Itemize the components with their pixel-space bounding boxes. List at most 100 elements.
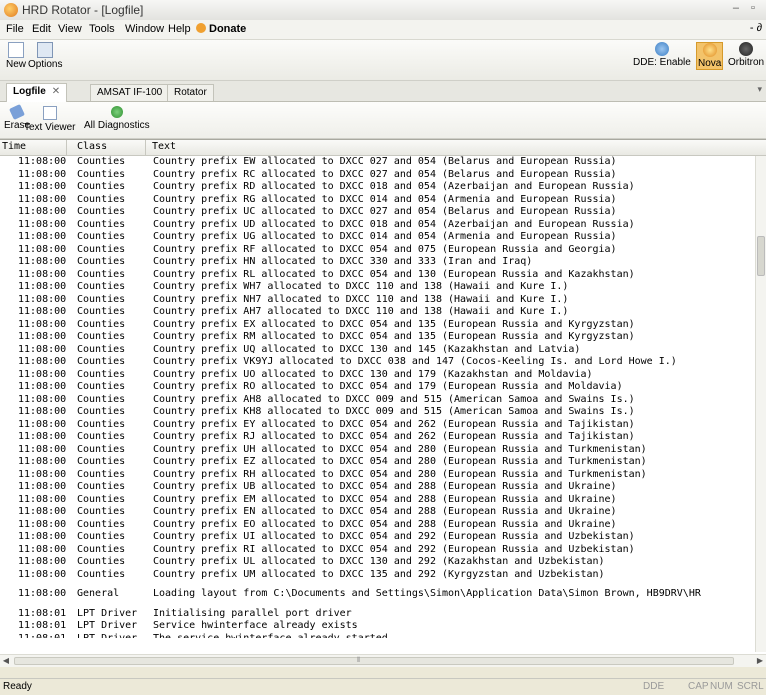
menu-view[interactable]: View bbox=[58, 23, 82, 35]
log-text: Country prefix RC allocated to DXCC 027 … bbox=[153, 168, 617, 180]
column-header-class[interactable]: Class bbox=[77, 141, 107, 152]
log-row[interactable]: 11:08:00 Counties Country prefix UI alloca… bbox=[0, 531, 756, 544]
menu-help[interactable]: Help bbox=[168, 23, 191, 35]
log-row[interactable]: 11:08:00 Counties Country prefix UH alloca… bbox=[0, 444, 756, 457]
log-text: Country prefix RM allocated to DXCC 054 … bbox=[153, 331, 635, 342]
orbitron-button[interactable]: Orbitron bbox=[728, 42, 764, 68]
log-text: Country prefix UG allocated to DXCC 014 … bbox=[153, 231, 617, 242]
options-button[interactable]: Options bbox=[28, 42, 62, 70]
log-row[interactable]: 11:08:00 Counties Country prefix UM alloca… bbox=[0, 569, 756, 582]
minimize-button[interactable]: – bbox=[729, 2, 743, 14]
log-row[interactable]: 11:08:01 LPT Driver The service hwinterfac… bbox=[0, 633, 756, 639]
log-row[interactable]: 11:08:00 Counties Country prefix RO alloca… bbox=[0, 381, 756, 394]
log-row[interactable]: 11:08:00 Counties Country prefix UO alloca… bbox=[0, 369, 756, 382]
new-button[interactable]: New bbox=[6, 42, 26, 70]
log-row[interactable]: 11:08:00 Counties Country prefix UQ alloca… bbox=[0, 344, 756, 357]
log-row[interactable]: 11:08:00 Counties Country prefix EY alloca… bbox=[0, 419, 756, 432]
log-row[interactable]: 11:08:00 Counties Country prefix UG alloca… bbox=[0, 231, 756, 244]
tab-list-chevron-icon[interactable]: ▾ bbox=[757, 84, 762, 95]
text-viewer-button[interactable]: Text Viewer bbox=[24, 106, 76, 133]
log-row[interactable]: 11:08:00 Counties Country prefix UD alloca… bbox=[0, 219, 756, 232]
log-row[interactable]: 11:08:00 Counties Country prefix NH7 alloc… bbox=[0, 294, 756, 307]
log-row[interactable]: 11:08:00 Counties Country prefix RI alloca… bbox=[0, 544, 756, 557]
dde-icon bbox=[654, 42, 669, 56]
log-time: 11:08:00 bbox=[18, 493, 67, 505]
log-class: Counties bbox=[77, 293, 126, 305]
log-row[interactable]: 11:08:00 Counties Country prefix VK9YJ all… bbox=[0, 356, 756, 369]
log-list[interactable]: Time Class Text 11:08:00 Counties Country … bbox=[0, 139, 766, 667]
nova-button[interactable]: Nova bbox=[696, 42, 724, 70]
tab-amsat-if100[interactable]: AMSAT IF-100 bbox=[90, 84, 170, 101]
log-class: Counties bbox=[77, 493, 126, 505]
log-row[interactable]: 11:08:00 Counties Country prefix RM alloca… bbox=[0, 331, 756, 344]
log-row[interactable]: 11:08:00 Counties Country prefix EX alloca… bbox=[0, 319, 756, 332]
log-row[interactable]: 11:08:00 Counties Country prefix AH8 alloc… bbox=[0, 394, 756, 407]
log-class: LPT Driver bbox=[77, 632, 138, 639]
log-row[interactable]: 11:08:01 LPT Driver Service hwinterface al… bbox=[0, 620, 756, 633]
log-class: LPT Driver bbox=[77, 620, 138, 631]
tab-rotator[interactable]: Rotator bbox=[167, 84, 214, 101]
log-row[interactable]: 11:08:00 Counties Country prefix RD alloca… bbox=[0, 181, 756, 194]
menu-tools[interactable]: Tools bbox=[89, 23, 115, 35]
log-row[interactable]: 11:08:00 Counties Country prefix UB alloca… bbox=[0, 481, 756, 494]
log-text: Country prefix RF allocated to DXCC 054 … bbox=[153, 243, 617, 255]
log-row[interactable]: 11:08:01 LPT Driver Initialising parallel … bbox=[0, 608, 756, 621]
all-diagnostics-button[interactable]: All Diagnostics bbox=[84, 106, 150, 131]
log-row[interactable]: 11:08:00 Counties Country prefix WH7 alloc… bbox=[0, 281, 756, 294]
scroll-right-icon[interactable]: ▶ bbox=[754, 655, 766, 667]
log-time: 11:08:01 bbox=[18, 620, 67, 631]
vertical-scroll-thumb[interactable] bbox=[757, 236, 765, 276]
log-row[interactable]: 11:08:00 Counties Country prefix KH8 alloc… bbox=[0, 406, 756, 419]
column-divider[interactable] bbox=[66, 140, 67, 155]
tab-logfile[interactable]: Logfile ✕ bbox=[6, 83, 68, 102]
horizontal-scroll-thumb[interactable]: ⦀ bbox=[14, 657, 734, 665]
log-time: 11:08:01 bbox=[18, 632, 67, 639]
log-text: Service hwinterface already exists bbox=[153, 620, 358, 631]
log-text: Country prefix EM allocated to DXCC 054 … bbox=[153, 493, 617, 505]
log-text: Loading layout from C:\Documents and Set… bbox=[153, 588, 701, 599]
log-row[interactable]: 11:08:00 Counties Country prefix EN alloca… bbox=[0, 506, 756, 519]
log-class: Counties bbox=[77, 231, 126, 242]
horizontal-scrollbar[interactable]: ◀ ⦀ ▶ bbox=[0, 654, 766, 667]
log-row[interactable]: 11:08:00 Counties Country prefix HN alloca… bbox=[0, 256, 756, 269]
log-class: Counties bbox=[77, 356, 126, 367]
log-row[interactable]: 11:08:00 Counties Country prefix EZ alloca… bbox=[0, 456, 756, 469]
log-row[interactable]: 11:08:00 Counties Country prefix RL alloca… bbox=[0, 269, 756, 282]
log-row[interactable]: 11:08:00 Counties Country prefix UL alloca… bbox=[0, 556, 756, 569]
column-divider[interactable] bbox=[145, 140, 146, 155]
status-text: Ready bbox=[3, 681, 32, 692]
log-row[interactable]: 11:08:00 Counties Country prefix RG alloca… bbox=[0, 194, 756, 207]
dde-enable-button[interactable]: DDE: Enable bbox=[633, 42, 691, 68]
log-row[interactable]: 11:08:00 Counties Country prefix RH alloca… bbox=[0, 469, 756, 482]
menu-bar: File Edit View Tools Window Help Donate … bbox=[0, 20, 766, 40]
log-class: Counties bbox=[77, 481, 126, 492]
mdi-restore-button[interactable]: - ∂ bbox=[750, 22, 762, 34]
column-header-time[interactable]: Time bbox=[2, 141, 26, 152]
scroll-left-icon[interactable]: ◀ bbox=[0, 655, 12, 667]
log-row[interactable]: 11:08:00 Counties Country prefix RJ alloca… bbox=[0, 431, 756, 444]
tab-rotator-label: Rotator bbox=[174, 87, 207, 98]
log-time: 11:08:00 bbox=[18, 306, 67, 317]
donate-menu[interactable]: Donate bbox=[196, 23, 246, 35]
log-row[interactable]: 11:08:00 Counties Country prefix EO alloca… bbox=[0, 519, 756, 532]
log-class: Counties bbox=[77, 518, 126, 530]
vertical-scrollbar[interactable] bbox=[755, 156, 766, 652]
log-row[interactable]: 11:08:00 Counties Country prefix EW alloca… bbox=[0, 156, 756, 169]
menu-file[interactable]: File bbox=[6, 23, 24, 35]
menu-edit[interactable]: Edit bbox=[32, 23, 51, 35]
log-row[interactable]: 11:08:00 Counties Country prefix RC alloca… bbox=[0, 169, 756, 182]
log-class: Counties bbox=[77, 206, 126, 217]
log-row[interactable]: 11:08:00 Counties Country prefix AH7 alloc… bbox=[0, 306, 756, 319]
maximize-button[interactable]: ▫ bbox=[746, 2, 760, 14]
log-class: General bbox=[77, 588, 120, 599]
log-row[interactable]: 11:08:00 Counties Country prefix RF alloca… bbox=[0, 244, 756, 257]
menu-window[interactable]: Window bbox=[125, 23, 164, 35]
log-row[interactable]: 11:08:00 General Loading layout from C:\Do… bbox=[0, 588, 756, 601]
logfile-toolbar: Erase Text Viewer All Diagnostics bbox=[0, 102, 766, 139]
log-row[interactable]: 11:08:00 Counties Country prefix UC alloca… bbox=[0, 206, 756, 219]
log-time: 11:08:00 bbox=[18, 368, 67, 380]
tab-close-icon[interactable]: ✕ bbox=[52, 86, 60, 97]
log-row[interactable]: 11:08:00 Counties Country prefix EM alloca… bbox=[0, 494, 756, 507]
log-class: Counties bbox=[77, 193, 126, 205]
column-header-text[interactable]: Text bbox=[152, 141, 176, 152]
